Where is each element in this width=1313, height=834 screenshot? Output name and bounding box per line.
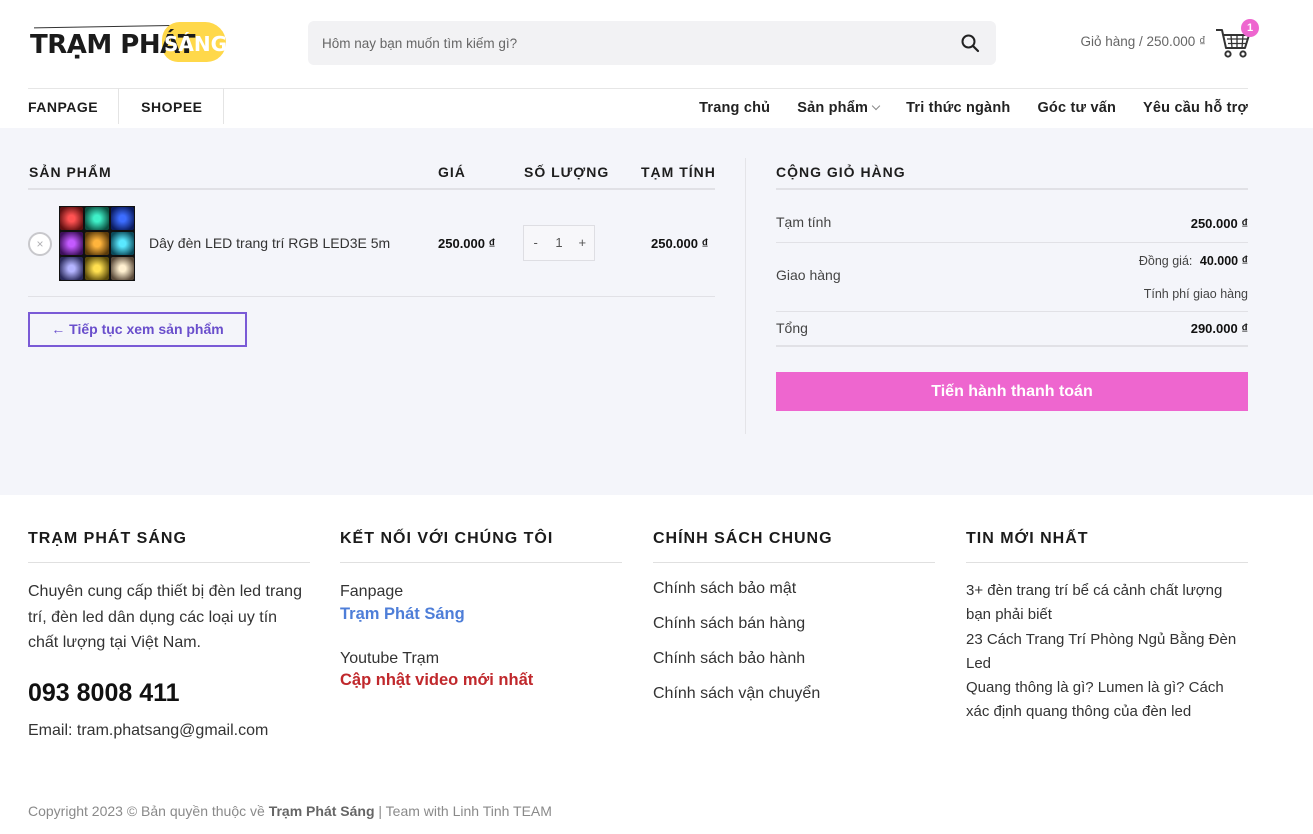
cart-page: SẢN PHẨM GIÁ SỐ LƯỢNG TẠM TÍNH × Dây đèn… [0,128,1313,495]
footer-phone[interactable]: 093 8008 411 [28,679,310,708]
footer-divider [966,562,1248,563]
qty-input[interactable]: 1 [547,226,570,260]
col-header-qty: SỐ LƯỢNG [524,164,610,180]
footer-divider [653,562,935,563]
row-divider [28,296,715,297]
quantity-stepper: - 1 + [523,225,595,261]
footer-youtube-label: Youtube Trạm [340,649,440,667]
footer-col-connect: KẾT NỐI VỚI CHÚNG TÔI Fanpage Trạm Phát … [340,530,622,690]
footer-about-title: TRẠM PHÁT SÁNG [28,530,187,547]
main-navigation: FANPAGE SHOPEE Trang chủ Sản phẩm Tri th… [0,88,1313,128]
policy-sales-link[interactable]: Chính sách bán hàng [653,606,935,641]
chevron-down-icon [871,101,881,111]
cart-summary-link[interactable]: Giỏ hàng / 250.000 ₫ [1080,34,1206,49]
subtotal-value: 250.000 ₫ [1190,216,1248,231]
copyright-brand-link[interactable]: Trạm Phát Sáng [269,803,375,819]
col-header-product: SẢN PHẨM [29,164,112,180]
news-item-link[interactable]: 23 Cách Trang Trí Phòng Ngủ Bằng Đèn Led [966,628,1248,677]
table-header-divider [28,188,715,190]
continue-shopping-button[interactable]: ← Tiếp tục xem sản phẩm [28,312,247,347]
nav-fanpage[interactable]: FANPAGE [28,88,120,124]
footer-connect-title: KẾT NỐI VỚI CHÚNG TÔI [340,530,554,547]
product-price: 250.000 ₫ [438,236,496,251]
site-header: TRẠM PHÁT SÁNG Giỏ hàng / 250.000 ₫ 1 [0,0,1313,88]
remove-item-button[interactable]: × [28,232,52,256]
copyright: Copyright 2023 © Bản quyền thuộc về Trạm… [28,803,552,819]
totals-divider [776,311,1248,312]
policy-warranty-link[interactable]: Chính sách bảo hành [653,641,935,676]
footer-col-news: TIN MỚI NHẤT 3+ đèn trang trí bể cá cảnh… [966,530,1248,725]
nav-home[interactable]: Trang chủ [699,88,770,128]
product-name-link[interactable]: Dây đèn LED trang trí RGB LED3E 5m [149,235,390,251]
totals-header-divider [776,188,1248,190]
col-header-price: GIÁ [438,164,466,180]
item-subtotal: 250.000 ₫ [651,236,709,251]
footer-divider [340,562,622,563]
footer-about-text: Chuyên cung cấp thiết bị đèn led trang t… [28,583,302,651]
news-item-link[interactable]: 3+ đèn trang trí bể cá cảnh chất lượng b… [966,579,1248,628]
copyright-suffix: | Team with Linh Tinh TEAM [378,803,552,819]
nav-shopee[interactable]: SHOPEE [141,88,224,124]
nav-support[interactable]: Yêu cầu hỗ trợ [1143,88,1248,128]
totals-divider [776,242,1248,243]
shipping-label: Giao hàng [776,267,841,283]
qty-decrease-button[interactable]: - [524,226,547,260]
column-divider [745,158,746,434]
footer-policy-title: CHÍNH SÁCH CHUNG [653,530,833,547]
site-logo[interactable]: TRẠM PHÁT SÁNG [30,20,230,66]
shipping-flat-rate: Đồng giá: 40.000 ₫ [1139,254,1248,268]
nav-products-label: Sản phẩm [797,100,869,116]
total-value: 290.000 ₫ [1190,321,1248,336]
footer-col-about: TRẠM PHÁT SÁNG Chuyên cung cấp thiết bị … [28,530,310,743]
footer-fanpage-link[interactable]: Trạm Phát Sáng [340,605,622,624]
search-bar [308,21,996,65]
policy-shipping-link[interactable]: Chính sách vận chuyển [653,676,935,711]
footer-youtube-link[interactable]: Cập nhật video mới nhất [340,671,622,690]
search-input[interactable] [322,21,942,65]
footer-email[interactable]: Email: tram.phatsang@gmail.com [28,718,310,744]
news-item-link[interactable]: Quang thông là gì? Lumen là gì? Cách xác… [966,676,1248,725]
footer-fanpage-label: Fanpage [340,583,404,600]
totals-bottom-divider [776,345,1248,347]
shipping-flat-label: Đồng giá: [1138,254,1193,268]
col-header-subtotal: TẠM TÍNH [641,164,716,180]
logo-highlight-text: SÁNG [164,32,228,56]
checkout-button[interactable]: Tiến hành thanh toán [776,372,1248,411]
footer-news-title: TIN MỚI NHẤT [966,530,1089,547]
qty-increase-button[interactable]: + [571,226,594,260]
shipping-flat-value: 40.000 ₫ [1199,254,1248,268]
copyright-prefix: Copyright 2023 © Bản quyền thuộc về [28,803,265,819]
cart-count-badge: 1 [1241,19,1259,37]
footer-col-policy: CHÍNH SÁCH CHUNG Chính sách bảo mật Chín… [653,530,935,711]
cart-totals-title: CỘNG GIỎ HÀNG [776,164,906,180]
subtotal-label: Tạm tính [776,214,832,230]
nav-knowledge[interactable]: Tri thức ngành [906,88,1010,128]
footer-divider [28,562,310,563]
nav-advice[interactable]: Góc tư vấn [1037,88,1116,128]
total-label: Tổng [776,320,808,336]
product-thumbnail[interactable] [59,206,135,281]
calculate-shipping-link[interactable]: Tính phí giao hàng [1144,287,1248,301]
nav-products[interactable]: Sản phẩm [797,88,881,128]
search-icon[interactable] [960,33,980,53]
policy-privacy-link[interactable]: Chính sách bảo mật [653,571,935,606]
